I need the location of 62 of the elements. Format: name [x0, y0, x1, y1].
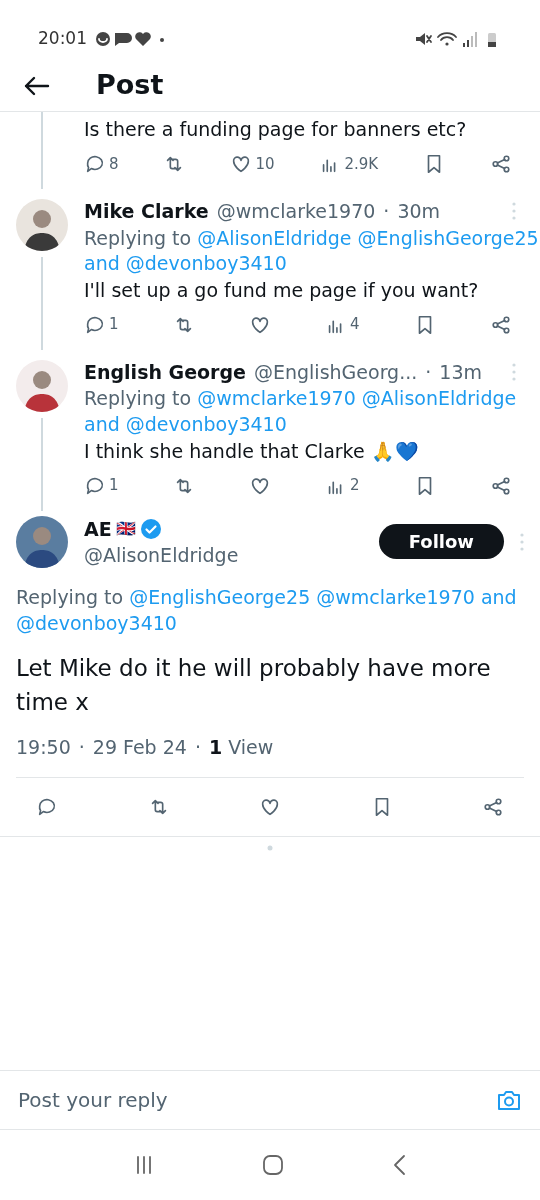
author-handle: @AlisonEldridge: [84, 543, 240, 569]
separator-dot: ·: [383, 199, 390, 225]
reply-button[interactable]: 8: [84, 152, 119, 176]
post-time: 19:50: [16, 734, 71, 760]
camera-icon[interactable]: [496, 1089, 522, 1111]
replying-label: Replying to: [16, 586, 124, 608]
separator-dot: ·: [78, 734, 85, 760]
post-text: Let Mike do it he will probably have more time x: [16, 654, 492, 717]
reply-button[interactable]: 1: [84, 474, 119, 497]
mention-link[interactable]: @wmclarke1970: [197, 387, 356, 410]
recents-icon[interactable]: [134, 1155, 154, 1175]
conjunction-text: and: [84, 413, 120, 436]
post-time: 30m: [397, 199, 441, 225]
post-text: I'll set up a go fund me page if you want?: [84, 277, 480, 303]
author-name: Mike Clarke: [84, 199, 209, 225]
author-name: AE: [84, 516, 112, 542]
mention-link[interactable]: @AlisonEldridge: [361, 387, 517, 410]
replying-label: Replying to: [84, 226, 192, 249]
mention-link[interactable]: @EnglishGeorge25: [357, 226, 539, 249]
share-icon: [489, 313, 512, 336]
views-button[interactable]: 2: [325, 474, 360, 497]
mention-link[interactable]: @devonboy3410: [16, 611, 177, 634]
back-icon[interactable]: [392, 1154, 406, 1176]
share-button[interactable]: [489, 152, 512, 176]
page-title: Post: [96, 68, 164, 103]
author-handle: @wmclarke1970: [216, 199, 376, 225]
conjunction-text: and: [480, 586, 517, 608]
author-name: English George: [84, 359, 246, 385]
post-text: Is there a funding page for banners etc?: [84, 117, 468, 142]
view-count: 1 View: [208, 734, 274, 760]
mention-link[interactable]: @wmclarke1970: [316, 586, 475, 608]
share-icon: [489, 474, 512, 497]
home-icon[interactable]: [262, 1154, 284, 1176]
notification-icons-drawing: [95, 31, 165, 47]
post-date: 29 Feb 24: [92, 734, 187, 760]
post-text: I think she handle that Clarke 🙏💙: [84, 438, 420, 464]
conjunction-text: and: [84, 252, 120, 275]
replying-label: Replying to: [84, 387, 192, 410]
mention-link[interactable]: @devonboy3410: [125, 252, 287, 275]
share-icon: [482, 795, 504, 818]
avatar[interactable]: [16, 199, 68, 252]
share-button[interactable]: [489, 313, 512, 336]
follow-button[interactable]: Follow: [378, 524, 504, 560]
flag-emoji: 🇬🇧: [115, 518, 136, 541]
avatar[interactable]: [16, 515, 68, 568]
separator-dot: ·: [194, 734, 201, 760]
mention-link[interactable]: @devonboy3410: [125, 413, 287, 436]
back-arrow-icon[interactable]: [24, 75, 50, 96]
like-button[interactable]: 10: [230, 152, 275, 176]
share-button[interactable]: [482, 795, 504, 818]
share-icon: [489, 152, 512, 175]
reply-button[interactable]: 1: [84, 313, 119, 336]
views-button[interactable]: 4: [325, 313, 360, 336]
views-button[interactable]: 2.9K: [319, 152, 379, 176]
mention-link[interactable]: @EnglishGeorge25: [129, 586, 311, 608]
mention-link[interactable]: @AlisonEldridge: [197, 226, 352, 249]
separator-dot: ·: [425, 359, 432, 385]
post-time: 13m: [439, 359, 483, 385]
loading-dot-icon: [267, 844, 273, 851]
author-handle: @EnglishGeorg...: [254, 359, 418, 385]
status-time: 20:01: [38, 27, 87, 51]
share-button[interactable]: [489, 474, 512, 497]
